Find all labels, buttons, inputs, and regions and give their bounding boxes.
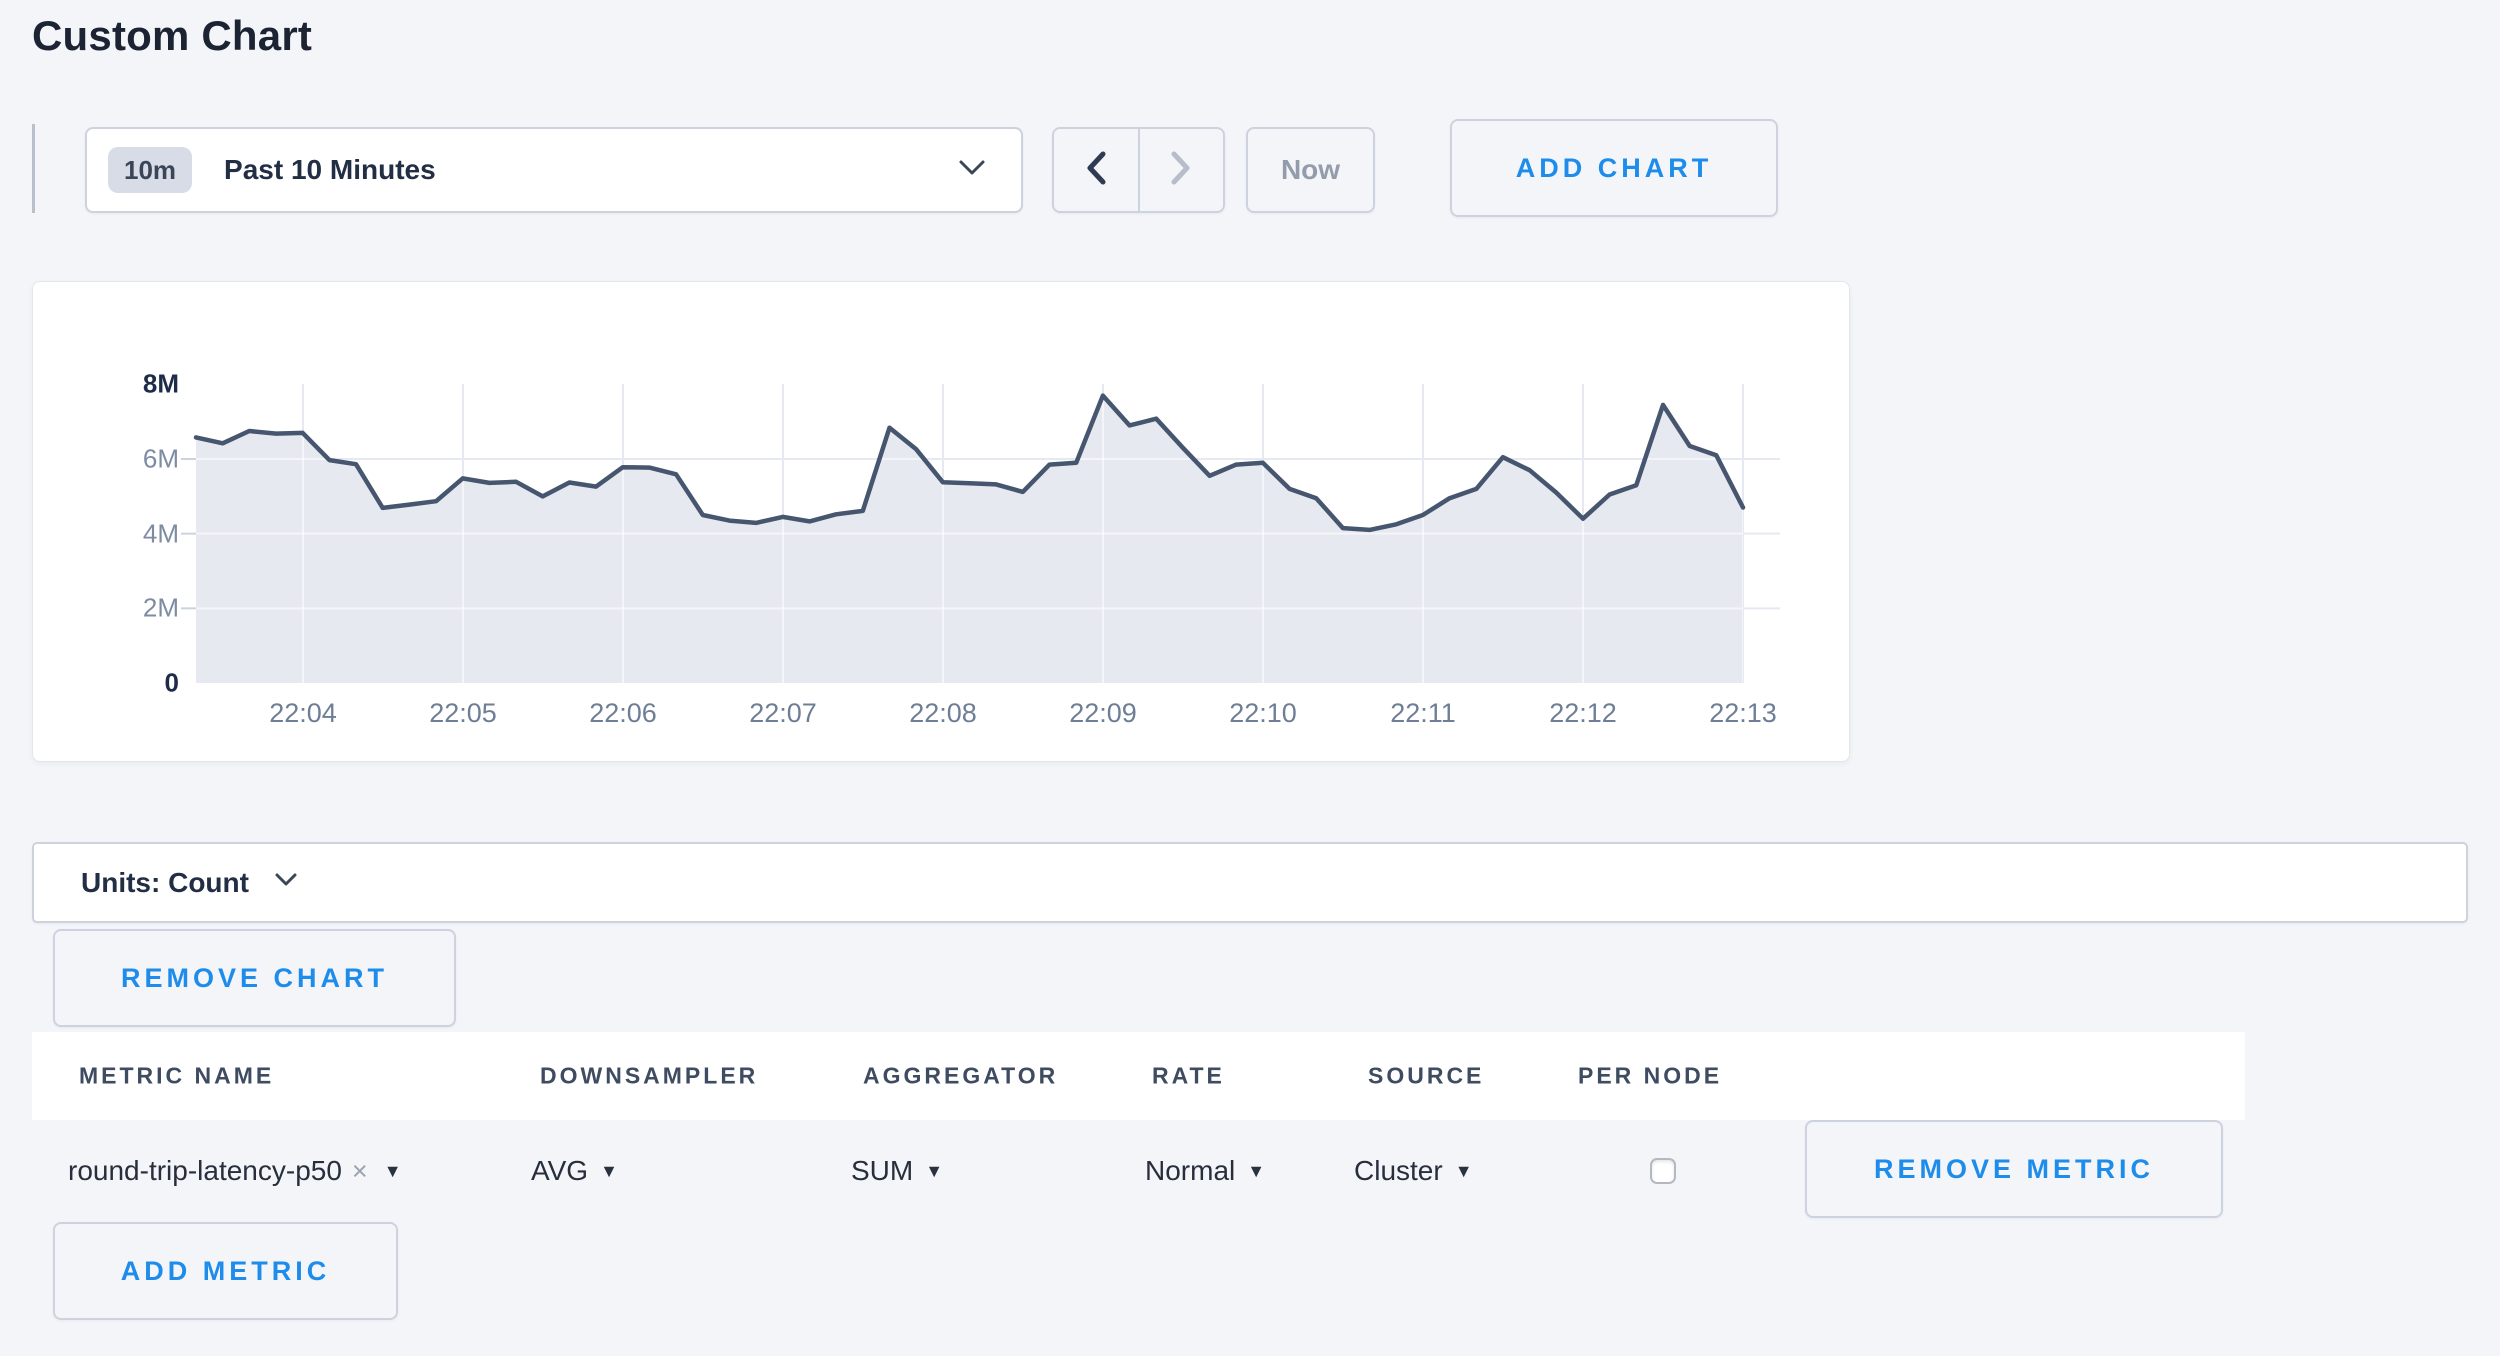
units-label: Units: Count [81, 867, 249, 899]
source-value: Cluster [1354, 1155, 1443, 1187]
chevron-left-icon [1084, 151, 1108, 190]
time-nav-group [1052, 127, 1225, 213]
column-header-metric-name: METRIC NAME [79, 1063, 274, 1090]
now-button[interactable]: Now [1246, 127, 1375, 213]
y-axis-tick-label: 4M [59, 519, 179, 550]
remove-metric-button[interactable]: REMOVE METRIC [1805, 1120, 2223, 1218]
per-node-checkbox[interactable] [1650, 1158, 1676, 1184]
caret-down-icon: ▼ [925, 1161, 943, 1182]
time-window-badge: 10m [108, 147, 192, 193]
column-header-aggregator: AGGREGATOR [863, 1063, 1058, 1090]
metrics-table-header: METRIC NAME DOWNSAMPLER AGGREGATOR RATE … [32, 1032, 2245, 1120]
caret-down-icon: ▼ [384, 1161, 402, 1182]
chevron-right-icon [1169, 151, 1193, 190]
aggregator-value: SUM [851, 1155, 913, 1187]
column-header-source: SOURCE [1368, 1063, 1484, 1090]
caret-down-icon: ▼ [1247, 1161, 1265, 1182]
x-axis-tick-label: 22:05 [429, 698, 497, 729]
downsampler-value: AVG [531, 1155, 588, 1187]
x-axis-tick-label: 22:13 [1709, 698, 1777, 729]
rate-value: Normal [1145, 1155, 1235, 1187]
page-title: Custom Chart [32, 12, 312, 60]
x-axis-tick-label: 22:11 [1390, 698, 1456, 729]
next-time-button[interactable] [1140, 129, 1224, 211]
x-axis-tick-label: 22:04 [269, 698, 337, 729]
add-metric-button[interactable]: ADD METRIC [53, 1222, 398, 1320]
y-axis-tick-label: 0 [59, 668, 179, 699]
chart-card: 0 2M 4M 6M 8M 22:04 22:05 22:06 22:07 22:08 22:09… [32, 281, 1850, 762]
prev-time-button[interactable] [1054, 129, 1138, 211]
x-axis-tick-label: 22:10 [1229, 698, 1297, 729]
y-axis-tick-label: 6M [59, 444, 179, 475]
downsampler-select[interactable]: AVG ▼ [531, 1155, 618, 1187]
aggregator-select[interactable]: SUM ▼ [851, 1155, 943, 1187]
caret-down-icon: ▼ [1455, 1161, 1473, 1182]
metric-name-value: round-trip-latency-p50 [68, 1155, 342, 1187]
column-header-downsampler: DOWNSAMPLER [540, 1063, 758, 1090]
timeseries-area-chart[interactable] [33, 282, 1849, 761]
x-axis-tick-label: 22:08 [909, 698, 977, 729]
rate-select[interactable]: Normal ▼ [1145, 1155, 1265, 1187]
remove-chart-button[interactable]: REMOVE CHART [53, 929, 456, 1027]
add-chart-button[interactable]: ADD CHART [1450, 119, 1778, 217]
source-select[interactable]: Cluster ▼ [1354, 1155, 1473, 1187]
y-axis-tick-label: 8M [59, 369, 179, 400]
time-window-select[interactable]: 10m Past 10 Minutes [85, 127, 1023, 213]
remove-tag-icon[interactable]: × [352, 1156, 368, 1187]
column-header-rate: RATE [1152, 1063, 1225, 1090]
x-axis-tick-label: 22:07 [749, 698, 817, 729]
column-header-per-node: PER NODE [1578, 1063, 1722, 1090]
caret-down-icon: ▼ [600, 1161, 618, 1182]
chevron-down-icon [275, 873, 297, 892]
time-selector-accent-bar [32, 124, 35, 213]
x-axis-tick-label: 22:06 [589, 698, 657, 729]
units-select[interactable]: Units: Count [32, 842, 2468, 923]
metric-name-select[interactable]: round-trip-latency-p50 × ▼ [68, 1155, 402, 1187]
x-axis-tick-label: 22:09 [1069, 698, 1137, 729]
y-axis-tick-label: 2M [59, 593, 179, 624]
time-window-label: Past 10 Minutes [224, 154, 436, 186]
chevron-down-icon [959, 160, 985, 181]
x-axis-tick-label: 22:12 [1549, 698, 1617, 729]
